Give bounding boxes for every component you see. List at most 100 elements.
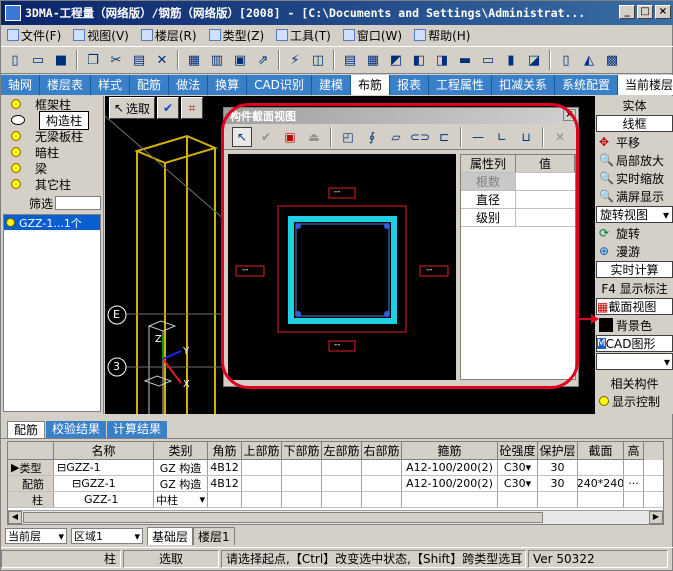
menu-tools[interactable]: 工具(T) [276,27,331,44]
tab-rebar-config[interactable]: 配筋 [130,75,170,95]
roam-button[interactable]: ⊕ 漫游 [595,242,673,260]
area-select[interactable]: 区域1 ▾ [71,528,143,544]
minimize-button[interactable]: _ [619,5,635,19]
list-item[interactable]: GZZ-1...1个 [4,215,100,230]
stair-icon[interactable]: ◩ [386,50,406,70]
select-button[interactable]: ↖ 选取 [109,97,155,119]
scroll-right-icon[interactable]: ▶ [649,511,663,524]
tab-base-layer[interactable]: 基础层 [147,527,194,545]
tab-cad-recognition[interactable]: CAD识别 [247,75,312,95]
tab-calc-results[interactable]: 计算结果 [107,421,168,438]
slab-icon[interactable]: ▭ [478,50,498,70]
crosshair-icon[interactable]: ⌗ [181,97,203,119]
zoom-realtime-button[interactable]: 🔍 实时缩放 [595,169,673,187]
link-icon[interactable]: ⊂⊃ [410,127,430,147]
foundation-icon[interactable]: ◪ [524,50,544,70]
beam-icon[interactable]: ▬ [455,50,475,70]
property-row-grade[interactable]: 级别 [461,209,575,227]
wireframe-button[interactable]: 线框 [596,115,673,132]
grid-icon[interactable]: ▦ [184,50,204,70]
tab-rebar[interactable]: 配筋 [7,421,46,438]
confirm-icon[interactable]: ✔ [157,97,179,119]
menu-file[interactable]: 文件(F) [7,27,61,44]
line-icon[interactable]: — [468,127,488,147]
tab-reports[interactable]: 报表 [390,75,429,95]
arrow-icon[interactable]: ⇗ [253,50,273,70]
close-button[interactable]: × [655,5,671,19]
brick-icon[interactable]: ▩ [602,50,622,70]
property-row-count[interactable]: 根数 [461,173,575,191]
bracket-icon[interactable]: ⊏ [434,127,454,147]
property-row-diameter[interactable]: 直径 [461,191,575,209]
tab-floor-table[interactable]: 楼层表 [40,75,92,95]
frame-icon[interactable]: ◰ [338,127,358,147]
cut-icon[interactable]: ✂ [106,50,126,70]
rect-rebar-icon[interactable]: ▣ [280,127,300,147]
type-item-hidden-column[interactable]: 暗柱 [1,144,103,160]
tab-check-results[interactable]: 校验结果 [46,421,107,438]
tab-current-floor[interactable]: 当前楼层 [618,75,673,95]
tab-method[interactable]: 做法 [169,75,209,95]
scroll-thumb[interactable] [23,512,543,523]
menu-type[interactable]: 类型(Z) [208,27,264,44]
related-components-button[interactable]: 相关构件 [595,374,673,392]
delete-icon[interactable]: ✕ [550,127,570,147]
section-view-button[interactable]: ▦ 截面视图 [596,298,673,315]
wall-icon[interactable]: ▯ [556,50,576,70]
rebar-icon[interactable]: ⚡ [285,50,305,70]
save-icon[interactable]: ■ [51,50,71,70]
solid-button[interactable]: 实体 [595,96,673,114]
layer-icon[interactable]: ▤ [340,50,360,70]
cad-select[interactable]: ▾ [596,353,673,370]
background-color-button[interactable]: 背景色 [595,316,673,334]
menu-window[interactable]: 窗口(W) [342,27,402,44]
paste-icon[interactable]: ▤ [129,50,149,70]
stamp-icon[interactable]: ⏏ [304,127,324,147]
pan-button[interactable]: ✥ 平移 [595,133,673,151]
window-icon[interactable]: ◨ [432,50,452,70]
type-item-flat-slab-column[interactable]: 无梁板柱 [1,128,103,144]
open-icon[interactable]: ▭ [28,50,48,70]
maximize-button[interactable]: □ [637,5,653,19]
fit-screen-button[interactable]: 🔍 满屏显示 [595,187,673,205]
roof-icon[interactable]: ◭ [579,50,599,70]
tab-project-props[interactable]: 工程属性 [429,75,492,95]
hook-icon[interactable]: ∮ [362,127,382,147]
tab-system-config[interactable]: 系统配置 [555,75,619,95]
rotate-view-select[interactable]: 旋转视图 ▾ [596,206,673,223]
type-item-constructional-column[interactable]: 构造柱 [1,110,103,130]
tab-rebar-layout[interactable]: 布筋 [350,75,390,95]
tab-deduction[interactable]: 扣减关系 [492,75,556,95]
image-icon[interactable]: ▣ [230,50,250,70]
parallelogram-icon[interactable]: ▱ [386,127,406,147]
filter-input[interactable] [55,196,102,210]
copy-icon[interactable]: ❐ [83,50,103,70]
column-icon[interactable]: ▮ [501,50,521,70]
door-icon[interactable]: ◧ [409,50,429,70]
type-item-beam[interactable]: 梁 [1,160,103,176]
horizontal-scrollbar[interactable]: ◀ ▶ [8,510,663,524]
new-icon[interactable]: ▯ [5,50,25,70]
display-control-button[interactable]: 显示控制 [595,392,673,410]
tab-modeling[interactable]: 建模 [312,75,351,95]
table-row[interactable]: ▶ 类型 ⊟GZZ-1 GZ 构造 4B12 A12-100/200(2) C30… [8,460,663,476]
scroll-left-icon[interactable]: ◀ [8,511,22,524]
tab-axis-grid[interactable]: 轴网 [1,75,41,95]
corner-icon[interactable]: ∟ [492,127,512,147]
menu-floor[interactable]: 楼层(R) [140,27,197,44]
tab-floor-1[interactable]: 楼层1 [193,527,235,545]
table-icon[interactable]: ▥ [207,50,227,70]
box-icon[interactable]: ◫ [308,50,328,70]
rotate-button[interactable]: ⟳ 旋转 [595,224,673,242]
zoom-local-button[interactable]: 🔍 局部放大 [595,151,673,169]
cad-graph-button[interactable]: M CAD图形 [596,335,673,352]
menu-help[interactable]: 帮助(H) [414,27,470,44]
menu-view[interactable]: 视图(V) [73,27,129,44]
building-icon[interactable]: ▦ [363,50,383,70]
type-item-other-column[interactable]: 其它柱 [1,176,103,192]
pointer-icon[interactable]: ↖ [232,126,252,147]
table-row[interactable]: 柱 GZZ-1 中柱 ▾ [8,492,663,508]
tab-style[interactable]: 样式 [91,75,131,95]
channel-icon[interactable]: ⊔ [516,127,536,147]
tab-conversion[interactable]: 换算 [208,75,248,95]
